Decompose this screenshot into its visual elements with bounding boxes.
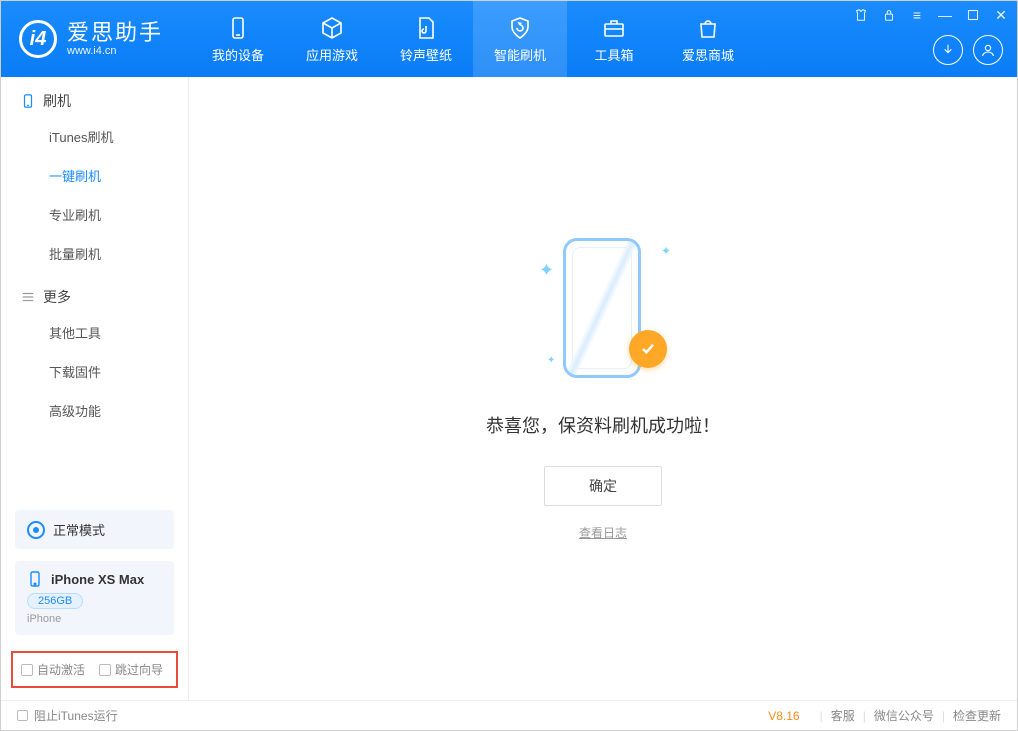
sparkle-icon: ✦ [539,260,554,281]
sidebar-item-other-tools[interactable]: 其他工具 [1,313,188,352]
download-button[interactable] [933,35,963,65]
menu-icon[interactable]: ≡ [909,7,925,23]
sidebar-item-itunes-flash[interactable]: iTunes刷机 [1,117,188,156]
main-content: ✦ ✦ ✦ 恭喜您，保资料刷机成功啦！ 确定 查看日志 [189,77,1017,700]
view-log-link[interactable]: 查看日志 [579,524,627,541]
device-type: iPhone [27,613,61,625]
window-controls: ≡ — ✕ [853,7,1009,23]
sidebar-item-batch-flash[interactable]: 批量刷机 [1,234,188,273]
sparkle-icon: ✦ [547,355,555,366]
sidebar-section-more: 更多 [1,273,188,313]
music-file-icon [413,15,439,41]
sidebar-item-download-firmware[interactable]: 下载固件 [1,352,188,391]
footer-link-support[interactable]: 客服 [831,707,855,724]
sparkle-icon: ✦ [661,244,671,258]
checkbox-skip-guide[interactable]: 跳过向导 [99,661,163,678]
device-icon [21,94,35,108]
tab-my-device[interactable]: 我的设备 [191,1,285,77]
user-button[interactable] [973,35,1003,65]
tab-store[interactable]: 爱思商城 [661,1,755,77]
header-round-buttons [933,35,1003,65]
tab-toolbox[interactable]: 工具箱 [567,1,661,77]
checkbox-auto-activate[interactable]: 自动激活 [21,661,85,678]
device-name: iPhone XS Max [51,572,144,587]
list-icon [21,290,35,304]
version-label: V8.16 [768,709,799,723]
device-capacity: 256GB [27,593,83,609]
app-title: 爱思助手 [67,21,163,45]
sidebar-item-pro-flash[interactable]: 专业刷机 [1,195,188,234]
phone-icon [225,15,251,41]
mode-icon [27,521,45,539]
app-header: i4 爱思助手 www.i4.cn 我的设备 应用游戏 铃声壁纸 智能刷机 工具… [1,1,1017,77]
device-phone-icon [27,571,43,587]
sidebar-section-flash: 刷机 [1,77,188,117]
briefcase-icon [601,15,627,41]
device-panel[interactable]: iPhone XS Max 256GB iPhone [15,561,174,635]
shield-refresh-icon [507,15,533,41]
minimize-icon[interactable]: — [937,7,953,23]
phone-illustration-icon [563,238,641,378]
top-tabs: 我的设备 应用游戏 铃声壁纸 智能刷机 工具箱 爱思商城 [191,1,755,77]
bag-icon [695,15,721,41]
maximize-icon[interactable] [965,7,981,23]
sidebar-item-oneclick-flash[interactable]: 一键刷机 [1,156,188,195]
ok-button[interactable]: 确定 [544,466,662,506]
tab-ringtones-wallpapers[interactable]: 铃声壁纸 [379,1,473,77]
tab-smart-flash[interactable]: 智能刷机 [473,1,567,77]
flash-options-highlighted: 自动激活 跳过向导 [11,651,178,688]
tab-apps-games[interactable]: 应用游戏 [285,1,379,77]
status-bar: 阻止iTunes运行 V8.16 | 客服 | 微信公众号 | 检查更新 [1,700,1017,730]
success-message: 恭喜您，保资料刷机成功啦！ [486,412,720,438]
checkbox-block-itunes[interactable]: 阻止iTunes运行 [17,707,118,724]
lock-icon[interactable] [881,7,897,23]
sidebar: 刷机 iTunes刷机 一键刷机 专业刷机 批量刷机 更多 其他工具 下载固件 … [1,77,189,700]
mode-panel[interactable]: 正常模式 [15,510,174,549]
logo: i4 爱思助手 www.i4.cn [1,20,181,58]
sidebar-item-advanced[interactable]: 高级功能 [1,391,188,430]
app-subtitle: www.i4.cn [67,45,163,57]
footer-link-check-update[interactable]: 检查更新 [953,707,1001,724]
check-badge-icon [629,330,667,368]
logo-icon: i4 [19,20,57,58]
shirt-icon[interactable] [853,7,869,23]
mode-label: 正常模式 [53,520,105,539]
success-illustration: ✦ ✦ ✦ [533,236,673,386]
close-icon[interactable]: ✕ [993,7,1009,23]
footer-link-wechat[interactable]: 微信公众号 [874,707,934,724]
cube-icon [319,15,345,41]
